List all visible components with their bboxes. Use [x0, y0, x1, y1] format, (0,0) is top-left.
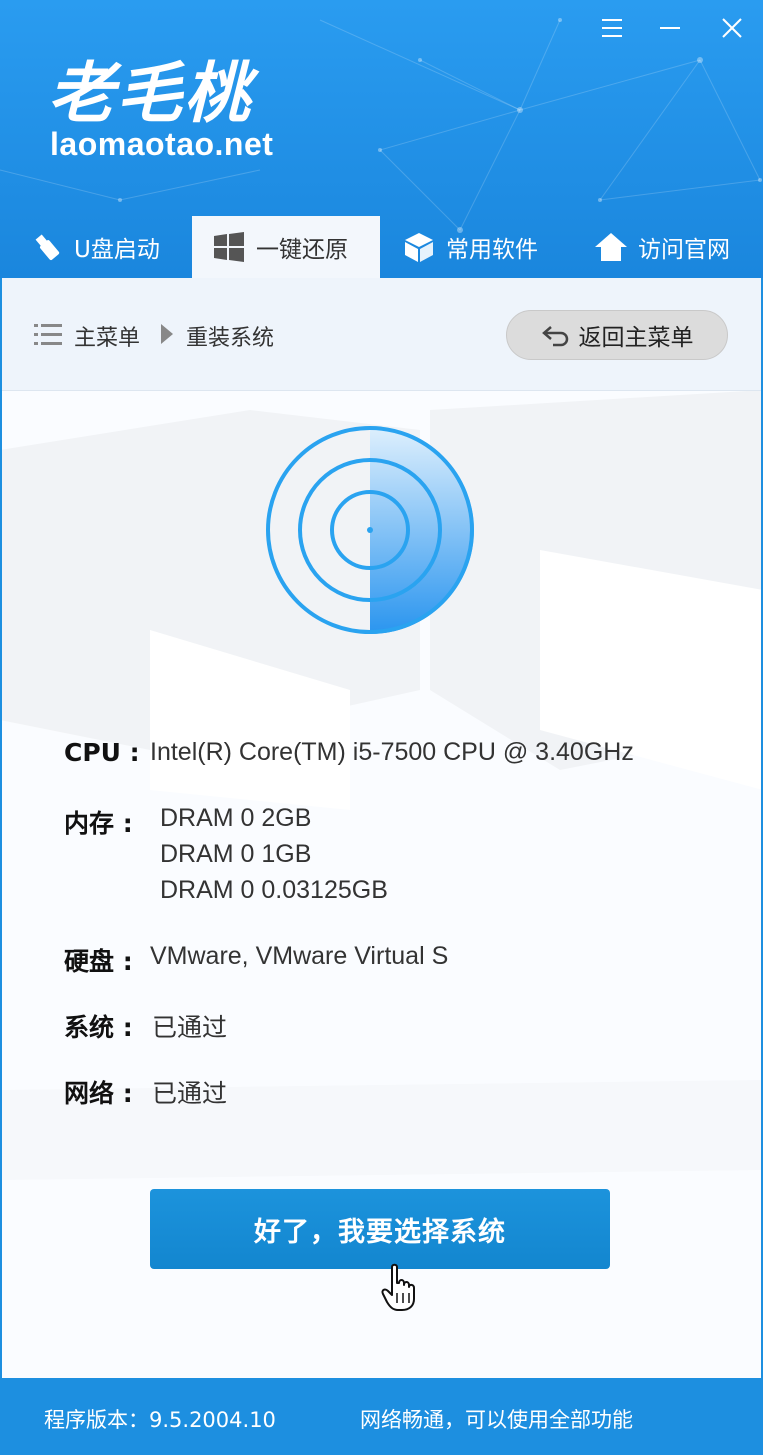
breadcrumb-bar: 主菜单 重装系统 返回主菜单 [0, 278, 763, 391]
status-bar: 程序版本：9.5.2004.10 网络畅通，可以使用全部功能 [0, 1378, 763, 1455]
menu-button[interactable] [594, 10, 630, 46]
tab-usb-boot[interactable]: U盘启动 [30, 216, 160, 278]
system-value: 已通过 [152, 1014, 228, 1042]
breadcrumb-root[interactable]: 主菜单 [74, 320, 140, 352]
memory-value: DRAM 0 0.03125GB [160, 876, 388, 904]
main-content: 主菜单 重装系统 返回主菜单 CPU: Intel(R) Core(TM) i… [0, 278, 763, 1378]
tab-visit-website[interactable]: 访问官网 [594, 216, 730, 278]
breadcrumb-current: 重装系统 [186, 326, 275, 351]
tab-label: U盘启动 [74, 237, 160, 263]
tab-label: 一键还原 [256, 237, 348, 263]
disk-value: VMware, VMware Virtual S [150, 942, 449, 970]
app-window: 老毛桃 laomaotao.net U盘启动 一键还原 常用软件 访问官网 主菜… [0, 0, 763, 1455]
radar-scan-icon [266, 426, 474, 634]
cpu-value: Intel(R) Core(TM) i5-7500 CPU @ 3.40GHz [150, 738, 634, 766]
back-button-label: 返回主菜单 [578, 325, 694, 351]
list-icon [34, 324, 62, 345]
menu-icon [602, 19, 622, 37]
network-label: 网络 : [64, 1079, 133, 1108]
close-icon [722, 18, 742, 38]
disk-label: 硬盘 : [64, 947, 133, 976]
memory-value: DRAM 0 2GB [160, 804, 312, 832]
hand-cursor-icon [381, 1263, 415, 1311]
minimize-button[interactable] [652, 10, 688, 46]
tab-one-key-restore[interactable]: 一键还原 [192, 216, 380, 278]
network-value: 已通过 [152, 1080, 228, 1108]
memory-label: 内存 : [64, 809, 133, 838]
home-icon [595, 233, 627, 261]
chevron-right-icon [161, 324, 173, 344]
version-text: 程序版本：9.5.2004.10 [44, 1408, 276, 1432]
choose-system-button[interactable]: 好了，我要选择系统 [150, 1189, 610, 1269]
memory-value: DRAM 0 1GB [160, 840, 312, 868]
header: 老毛桃 laomaotao.net U盘启动 一键还原 常用软件 访问官网 [0, 0, 763, 278]
tab-common-software[interactable]: 常用软件 [402, 216, 538, 278]
network-status-text: 网络畅通，可以使用全部功能 [360, 1408, 633, 1432]
box-icon [405, 233, 433, 262]
back-to-main-menu-button[interactable]: 返回主菜单 [506, 310, 728, 360]
brand-logo: 老毛桃 [48, 54, 252, 132]
brand-url: laomaotao.net [50, 126, 274, 162]
system-label: 系统 : [64, 1013, 133, 1042]
cpu-label: CPU : [64, 738, 140, 767]
minimize-icon [660, 27, 680, 29]
left-border [0, 278, 2, 1378]
tab-label: 常用软件 [446, 237, 538, 263]
windows-icon [214, 232, 244, 262]
usb-icon [35, 234, 60, 260]
return-icon [541, 326, 568, 347]
tab-label: 访问官网 [638, 237, 730, 263]
close-button[interactable] [714, 10, 750, 46]
